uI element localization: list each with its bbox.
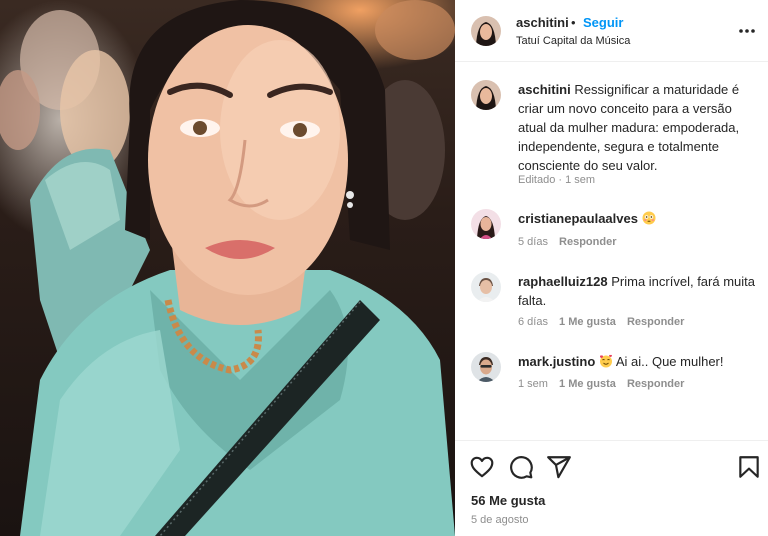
follow-button[interactable]: Seguir (583, 15, 623, 30)
comment-likes[interactable]: 1 Me gusta (559, 316, 616, 328)
reply-button[interactable]: Responder (627, 378, 684, 390)
commenter-avatar[interactable] (471, 352, 501, 382)
comment: cristianepaulaalves (518, 209, 758, 228)
comment-meta: 1 sem 1 Me gusta Responder (518, 378, 692, 390)
separator-dot: • (571, 15, 576, 30)
post-photo[interactable] (0, 0, 455, 536)
comment-username[interactable]: cristianepaulaalves (518, 211, 638, 226)
flushed-face-emoji (642, 211, 656, 225)
post-header: aschitini • Seguir Tatuí Capital da Músi… (455, 0, 768, 62)
commenter-avatar[interactable] (471, 209, 501, 239)
post-sidebar: aschitini • Seguir Tatuí Capital da Músi… (455, 0, 768, 536)
comment-time[interactable]: 6 días (518, 316, 548, 328)
share-icon[interactable] (546, 454, 572, 480)
comment-meta: 5 días Responder (518, 236, 625, 248)
reply-button[interactable]: Responder (559, 236, 616, 248)
caption-author-avatar[interactable] (471, 80, 501, 110)
caption-username[interactable]: aschitini (518, 82, 571, 97)
post-date[interactable]: 5 de agosto (471, 514, 529, 526)
author-username[interactable]: aschitini (516, 15, 569, 30)
bookmark-icon[interactable] (736, 454, 762, 480)
caption-meta: Editado · 1 sem (518, 174, 596, 186)
comment-icon[interactable] (508, 454, 534, 480)
comment-username[interactable]: raphaelluiz128 (518, 274, 608, 289)
author-avatar[interactable] (471, 16, 501, 46)
smiling-face-with-hearts-emoji (599, 354, 612, 368)
more-horizontal-icon[interactable] (738, 22, 756, 40)
comment-meta: 6 días 1 Me gusta Responder (518, 316, 692, 328)
reply-button[interactable]: Responder (627, 316, 684, 328)
heart-icon[interactable] (469, 454, 495, 480)
caption: aschitini Ressignificar a maturidade é c… (518, 80, 758, 175)
selfie-image (0, 0, 455, 536)
comment-text: Ai ai.. Que mulher! (615, 354, 724, 369)
comment-likes[interactable]: 1 Me gusta (559, 378, 616, 390)
comments-list[interactable]: aschitini Ressignificar a maturidade é c… (455, 62, 768, 440)
comment-time[interactable]: 5 días (518, 236, 548, 248)
comment-username[interactable]: mark.justino (518, 354, 595, 369)
comment-time[interactable]: 1 sem (518, 378, 548, 390)
post-actions: 56 Me gusta 5 de agosto (455, 440, 768, 536)
location-link[interactable]: Tatuí Capital da Música (516, 35, 630, 47)
comment: mark.justino Ai ai.. Que mulher! (518, 352, 758, 371)
likes-count[interactable]: 56 Me gusta (471, 493, 545, 508)
commenter-avatar[interactable] (471, 272, 501, 302)
comment: raphaelluiz128 Prima incrível, fará muit… (518, 272, 758, 310)
